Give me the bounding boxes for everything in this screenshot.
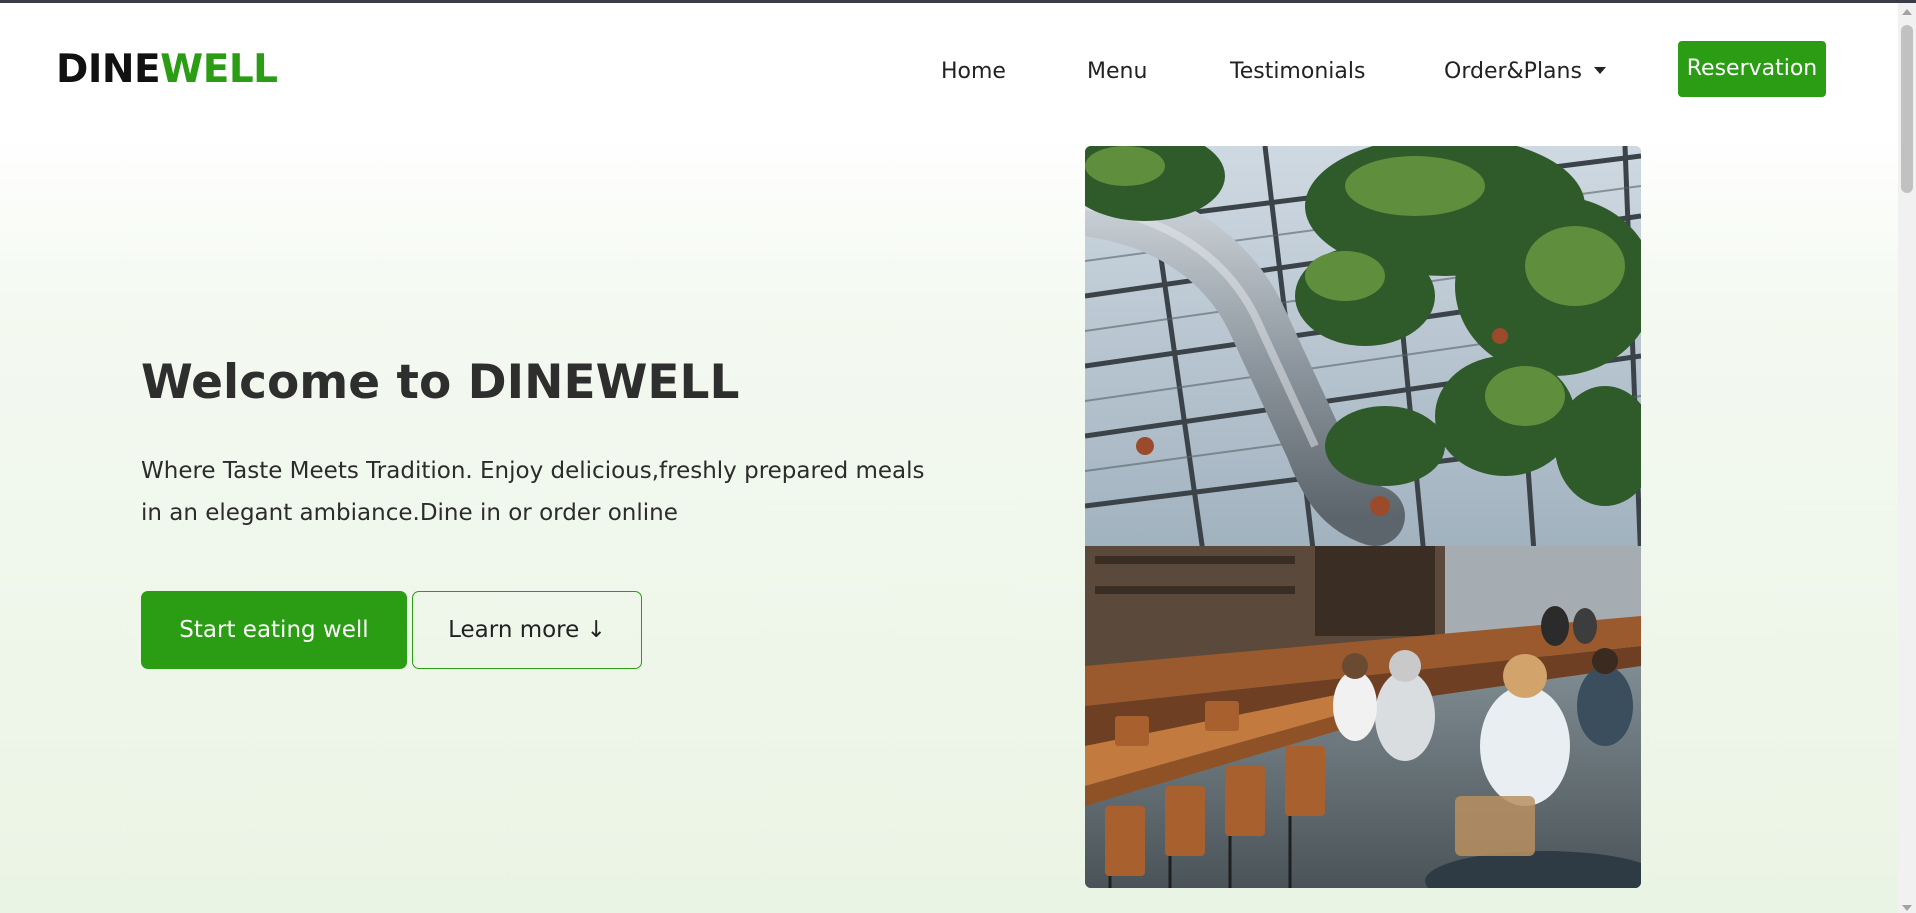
start-eating-well-button[interactable]: Start eating well <box>141 591 407 669</box>
vertical-scrollbar[interactable] <box>1898 3 1916 913</box>
hero-title: Welcome to DINEWELL <box>141 355 740 410</box>
hero-description-line-1: Where Taste Meets Tradition. Enjoy delic… <box>141 458 925 484</box>
hero-description-line-2: in an elegant ambiance.Dine in or order … <box>141 500 678 526</box>
navbar: DINEWELL Home Menu Testimonials Order&Pl… <box>0 3 1898 133</box>
scroll-down-arrow-icon[interactable] <box>1902 905 1912 911</box>
nav-link-menu[interactable]: Menu <box>1087 58 1147 86</box>
caret-down-icon <box>1593 66 1606 74</box>
scrollbar-thumb[interactable] <box>1901 25 1913 193</box>
logo-text-dine: DINE <box>56 47 161 92</box>
logo-text-well: WELL <box>160 47 278 92</box>
hero-description: Where Taste Meets Tradition. Enjoy delic… <box>141 450 941 534</box>
nav-link-order-plans-label: Order&Plans <box>1444 59 1582 84</box>
brand-logo[interactable]: DINEWELL <box>56 46 278 94</box>
nav-link-home[interactable]: Home <box>941 58 1006 86</box>
nav-link-testimonials[interactable]: Testimonials <box>1230 58 1365 86</box>
hero-restaurant-image <box>1085 146 1641 888</box>
scroll-up-arrow-icon[interactable] <box>1902 9 1912 15</box>
page: DINEWELL Home Menu Testimonials Order&Pl… <box>0 3 1898 913</box>
restaurant-greenhouse-illustration <box>1085 146 1641 888</box>
reservation-button[interactable]: Reservation <box>1678 41 1826 97</box>
nav-dropdown-order-plans[interactable]: Order&Plans <box>1444 58 1606 86</box>
learn-more-button[interactable]: Learn more ↓ <box>412 591 642 669</box>
